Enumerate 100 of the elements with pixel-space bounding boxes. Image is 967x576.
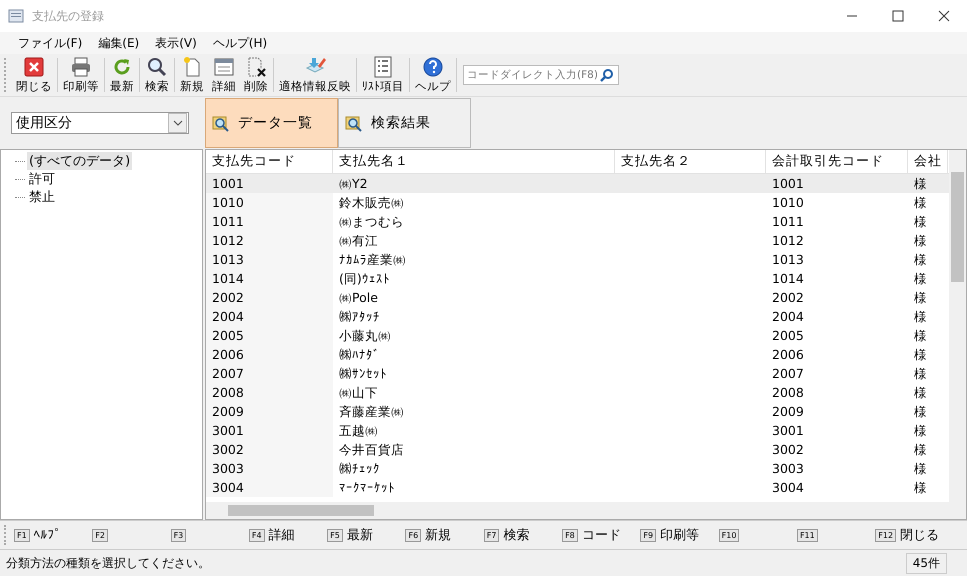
table-cell: 2004: [212, 309, 244, 324]
table-cell: 3004: [772, 480, 804, 495]
tree-item[interactable]: 許可: [27, 170, 57, 188]
column-header[interactable]: 支払先コード: [206, 150, 333, 173]
table-cell: 1012: [212, 233, 244, 248]
toolbar-button[interactable]: ﾘｽﾄ項目: [358, 56, 408, 94]
table-cell: 様: [914, 290, 927, 305]
chevron-down-icon: [172, 120, 182, 126]
table-cell: 様: [914, 271, 927, 286]
category-dropdown[interactable]: 使用区分: [11, 112, 189, 134]
toolbar-button[interactable]: 適格情報反映: [275, 56, 355, 94]
detail-window-icon: [213, 56, 235, 78]
column-header[interactable]: 支払先名１: [333, 150, 615, 173]
table-cell: 斉藤産業㈱: [339, 404, 404, 419]
menu-item[interactable]: 表示(V): [147, 34, 205, 52]
function-key-button[interactable]: F10: [718, 528, 797, 542]
horizontal-scrollbar[interactable]: [206, 502, 966, 519]
column-header[interactable]: 支払先名２: [615, 150, 766, 173]
table-cell: 1012: [772, 233, 804, 248]
function-key-button[interactable]: F4 詳細: [248, 526, 328, 544]
search-icon: [600, 68, 614, 82]
function-key-button[interactable]: F9 印刷等: [640, 526, 719, 544]
vertical-scrollbar[interactable]: [949, 150, 966, 502]
close-icon: [23, 56, 45, 78]
table-cell: 3004: [212, 480, 244, 495]
table-cell: ㈱Y2: [339, 176, 368, 191]
table-cell: 2008: [212, 385, 244, 400]
tree-item[interactable]: (すべてのデータ): [27, 152, 132, 170]
tab[interactable]: 検索結果: [338, 98, 471, 148]
table-cell: 様: [914, 214, 927, 229]
function-key-button[interactable]: F12 閉じる: [875, 526, 940, 544]
table-cell: 様: [914, 328, 927, 343]
table-cell: 様: [914, 404, 927, 419]
column-header[interactable]: 会計取引先コード: [766, 150, 908, 173]
search-icon: [146, 56, 168, 78]
toolbar-button[interactable]: 印刷等: [59, 56, 103, 94]
table-cell: 様: [914, 252, 927, 267]
table-cell: 1010: [772, 195, 804, 210]
function-key-button[interactable]: F6 新規: [405, 526, 484, 544]
table-cell: 様: [914, 309, 927, 324]
document-magnifier-icon: [345, 114, 363, 132]
table-cell: 1014: [772, 271, 804, 286]
menu-item[interactable]: ヘルプ(H): [204, 34, 276, 52]
function-key-button[interactable]: F11: [796, 528, 876, 542]
table-cell: 3003: [772, 461, 804, 476]
table-cell: 1011: [772, 214, 804, 229]
function-key-button[interactable]: F7 検索: [484, 526, 562, 544]
table-cell: 2007: [772, 366, 804, 381]
status-message: 分類方法の種類を選択してください。: [6, 554, 210, 572]
tree-item[interactable]: 禁止: [27, 188, 57, 206]
table-cell: 様: [914, 423, 927, 438]
table-cell: ㈱Pole: [339, 290, 378, 305]
printer-icon: [70, 56, 92, 78]
window-title: 支払先の登録: [32, 8, 104, 24]
table-cell: 様: [914, 385, 927, 400]
toolbar-button[interactable]: ヘルプ: [411, 56, 455, 94]
table-cell: 3001: [212, 423, 244, 438]
table-cell: 3002: [212, 442, 244, 457]
table-cell: 様: [914, 347, 927, 362]
table-cell: 1013: [212, 252, 244, 267]
table-cell: (同)ｳｪｽﾄ: [339, 271, 390, 286]
table-cell: 1011: [212, 214, 244, 229]
table-cell: 様: [914, 442, 927, 457]
function-key-button[interactable]: F3: [170, 528, 249, 542]
table-cell: 2007: [212, 366, 244, 381]
toolbar-button[interactable]: 詳細: [208, 56, 240, 94]
table-cell: 小藤丸㈱: [339, 328, 391, 343]
function-key-button[interactable]: F5 最新: [327, 526, 406, 544]
table-cell: 1001: [212, 176, 244, 191]
toolbar-button[interactable]: 検索: [141, 56, 173, 94]
table-cell: 2002: [212, 290, 244, 305]
menu-item[interactable]: 編集(E): [90, 34, 148, 52]
function-key-button[interactable]: F8 コード: [562, 526, 640, 544]
toolbar-button[interactable]: 削除: [240, 56, 272, 94]
close-icon[interactable]: [938, 10, 950, 22]
toolbar-button[interactable]: 閉じる: [12, 56, 56, 94]
folder-magnifier-icon: [212, 114, 230, 132]
menu-item[interactable]: ファイル(F): [10, 34, 90, 52]
table-cell: 2005: [772, 328, 804, 343]
app-icon: [8, 9, 24, 23]
table-cell: 1014: [212, 271, 244, 286]
checklist-icon: [372, 56, 394, 78]
table-cell: 様: [914, 233, 927, 248]
toolbar-button[interactable]: 最新: [106, 56, 138, 94]
maximize-icon[interactable]: [892, 10, 904, 22]
table-cell: ㈱ｻﾝｾｯﾄ: [339, 366, 387, 381]
help-icon: [422, 56, 444, 78]
column-header[interactable]: 会社: [908, 150, 948, 173]
table-cell: 2006: [772, 347, 804, 362]
code-search-field[interactable]: コードダイレクト入力(F8): [463, 65, 619, 85]
tab[interactable]: データ一覧: [205, 98, 338, 148]
toolbar-button[interactable]: 新規: [176, 56, 208, 94]
table-cell: 1010: [212, 195, 244, 210]
table-cell: 様: [914, 195, 927, 210]
function-key-button[interactable]: F2: [92, 528, 171, 542]
table-cell: ㈱ﾁｪｯｸ: [339, 461, 380, 476]
table-cell: 1013: [772, 252, 804, 267]
table-cell: 1001: [772, 176, 804, 191]
function-key-button[interactable]: F1 ﾍﾙﾌﾟ: [14, 528, 92, 542]
table-cell: ㈱山下: [339, 385, 378, 400]
